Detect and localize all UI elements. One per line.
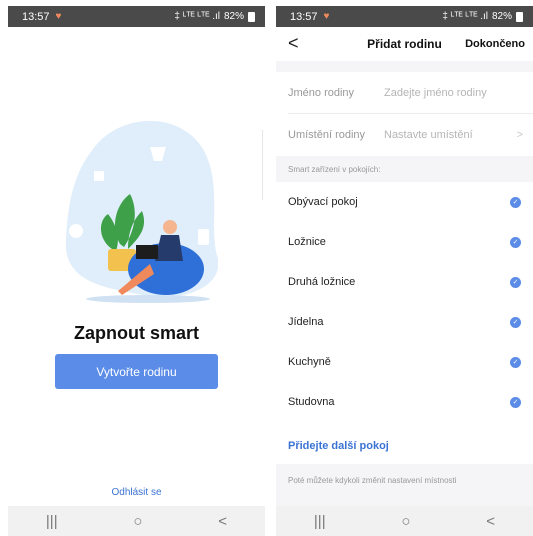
back-icon[interactable]: < — [218, 513, 227, 530]
room-item[interactable]: Kuchyně ✓ — [276, 342, 533, 382]
family-name-input[interactable]: Zadejte jméno rodiny — [384, 87, 487, 99]
checkmark-icon[interactable]: ✓ — [510, 396, 521, 408]
phone-screen-welcome: 13:57 ♥ ‡ ᴸᵀᴱ ᴸᵀᴱ .ıl 82% Zapnout smart … — [8, 6, 265, 536]
phone-screen-add-family: 13:57 ♥ ‡ ᴸᵀᴱ ᴸᵀᴱ .ıl 82% < Přidat rodin… — [276, 6, 533, 536]
clock-icon — [69, 224, 83, 238]
battery-percent: 82% — [223, 11, 244, 22]
logout-link[interactable]: Odhlásit se — [8, 487, 265, 498]
system-nav-bar: ||| ○ < — [276, 506, 533, 536]
app-header: < Přidat rodinu Dokončeno — [276, 27, 533, 61]
home-icon[interactable]: ○ — [133, 513, 142, 530]
heart-icon: ♥ — [55, 11, 62, 22]
room-item[interactable]: Studovna ✓ — [276, 382, 533, 422]
battery-icon — [248, 11, 255, 22]
battery-icon — [516, 11, 523, 22]
checkmark-icon[interactable]: ✓ — [510, 236, 521, 248]
room-item[interactable]: Obývací pokoj ✓ — [276, 182, 533, 222]
person-head-icon — [163, 220, 177, 234]
family-form: Jméno rodiny Zadejte jméno rodiny Umístě… — [276, 72, 533, 156]
page-title: Zapnout smart — [73, 323, 199, 343]
room-list: Obývací pokoj ✓ Ložnice ✓ Druhá ložnice … — [276, 182, 533, 422]
room-label: Obývací pokoj — [288, 196, 358, 208]
room-label: Jídelna — [288, 316, 324, 328]
family-name-row[interactable]: Jméno rodiny Zadejte jméno rodiny — [288, 72, 533, 114]
heart-icon: ♥ — [323, 11, 330, 22]
system-nav-bar: ||| ○ < — [8, 506, 265, 536]
recent-apps-icon[interactable]: ||| — [314, 513, 326, 530]
welcome-content: Zapnout smart Vytvořte rodinu Odhlásit s… — [8, 27, 265, 515]
checkmark-icon[interactable]: ✓ — [510, 356, 521, 368]
rooms-section-header: Smart zařízení v pokojích: — [276, 156, 533, 182]
signal-icon: ‡ ᴸᵀᴱ ᴸᵀᴱ .ıl — [442, 11, 488, 22]
family-name-label: Jméno rodiny — [288, 86, 355, 99]
checkmark-icon[interactable]: ✓ — [510, 316, 521, 328]
chevron-right-icon: > — [516, 129, 523, 141]
scroll-edge — [262, 130, 265, 200]
switch-icon — [198, 229, 209, 245]
footer-note: Poté můžete kdykoli změnit nastavení mís… — [276, 464, 533, 506]
room-label: Kuchyně — [288, 356, 331, 368]
status-time: 13:57 — [290, 10, 318, 23]
status-bar: 13:57 ♥ ‡ ᴸᵀᴱ ᴸᵀᴱ .ıl 82% — [8, 6, 265, 27]
status-indicators: ‡ ᴸᵀᴱ ᴸᵀᴱ .ıl 82% — [442, 11, 523, 22]
laptop-icon — [136, 245, 158, 259]
home-icon[interactable]: ○ — [401, 513, 410, 530]
add-room-link[interactable]: Přidejte další pokoj — [288, 440, 389, 452]
room-label: Druhá ložnice — [288, 276, 356, 288]
signal-icon: ‡ ᴸᵀᴱ ᴸᵀᴱ .ıl — [174, 11, 220, 22]
create-family-button[interactable]: Vytvořte rodinu — [55, 354, 218, 389]
family-location-row[interactable]: Umístění rodiny Nastavte umístění > — [288, 114, 533, 156]
recent-apps-icon[interactable]: ||| — [46, 513, 58, 530]
status-bar: 13:57 ♥ ‡ ᴸᵀᴱ ᴸᵀᴱ .ıl 82% — [276, 6, 533, 27]
family-location-label: Umístění rodiny — [288, 129, 366, 141]
status-indicators: ‡ ᴸᵀᴱ ᴸᵀᴱ .ıl 82% — [174, 11, 255, 22]
checkmark-icon[interactable]: ✓ — [510, 196, 521, 208]
room-item[interactable]: Ložnice ✓ — [276, 222, 533, 262]
room-label: Ložnice — [288, 236, 326, 248]
frame-icon — [94, 171, 104, 181]
status-time: 13:57 — [22, 10, 50, 23]
section-divider — [276, 61, 533, 72]
floor-shadow — [86, 295, 210, 303]
room-label: Studovna — [288, 396, 335, 408]
room-item[interactable]: Jídelna ✓ — [276, 302, 533, 342]
smart-home-illustration — [65, 120, 218, 303]
checkmark-icon[interactable]: ✓ — [510, 276, 521, 288]
battery-percent: 82% — [491, 11, 512, 22]
family-location-input[interactable]: Nastavte umístění — [384, 129, 473, 141]
done-button[interactable]: Dokončeno — [465, 38, 525, 50]
back-icon[interactable]: < — [486, 513, 495, 530]
room-item[interactable]: Druhá ložnice ✓ — [276, 262, 533, 302]
